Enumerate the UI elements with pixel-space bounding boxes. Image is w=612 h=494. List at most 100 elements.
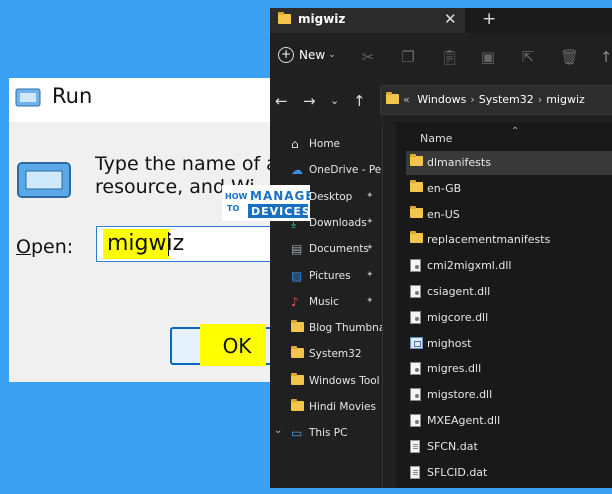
rename-icon[interactable]: ▣ <box>480 49 496 65</box>
pin-icon: ✦ <box>366 243 374 254</box>
dll-file-icon <box>410 259 423 273</box>
file-row[interactable]: migstore.dll <box>406 383 612 407</box>
dat-file-icon <box>410 439 423 453</box>
sidebar-item[interactable]: ▭ This PC ⌄ <box>270 423 382 445</box>
run-app-icon <box>15 88 41 107</box>
file-name: migstore.dll <box>427 388 493 402</box>
share-icon[interactable]: ⇱ <box>520 49 536 65</box>
file-row[interactable]: en-US <box>406 203 612 227</box>
documents-icon: ▤ <box>291 242 303 257</box>
sidebar-item-label: Blog Thumbna <box>309 322 383 335</box>
sidebar-item[interactable]: ▨ Pictures ✦ <box>270 266 382 288</box>
svg-text:DEVICES: DEVICES <box>251 205 310 218</box>
svg-text:HOW: HOW <box>225 192 247 201</box>
new-tab-button[interactable]: + <box>482 9 496 29</box>
sidebar-item[interactable]: ☁ OneDrive - Per <box>270 160 382 182</box>
name-column-header[interactable]: Name <box>420 132 452 145</box>
forward-icon[interactable]: → <box>303 92 316 110</box>
file-row[interactable]: dlmanifests <box>406 151 612 175</box>
sort-icon[interactable]: ↑ <box>598 49 612 65</box>
folder-icon <box>410 231 423 246</box>
file-row[interactable]: mighost <box>406 332 612 356</box>
tab-migwiz[interactable]: migwiz ✕ <box>270 8 465 33</box>
dll-file-icon <box>410 285 423 298</box>
home-icon: ⌂ <box>291 137 299 151</box>
paste-icon[interactable]: 📋︎ <box>440 49 459 65</box>
sidebar-item[interactable]: Blog Thumbna <box>270 318 382 340</box>
exe-file-icon <box>410 336 423 350</box>
folder-icon <box>386 92 399 104</box>
navigation-pane: ⌂Home☁OneDrive - Per▭Desktop✦⤓Downloads✦… <box>270 122 383 488</box>
open-label: Open: <box>16 236 74 258</box>
file-row[interactable]: MXEAgent.dll <box>406 409 612 433</box>
file-name: en-US <box>427 207 460 221</box>
folder-icon <box>291 372 304 388</box>
onedrive-icon: ☁ <box>291 163 303 178</box>
chevron-down-icon[interactable]: ⌄ <box>274 425 282 436</box>
folder-icon <box>291 320 304 335</box>
recent-locations-icon[interactable]: ⌄ <box>330 94 339 107</box>
close-tab-icon[interactable]: ✕ <box>444 10 457 28</box>
sidebar-item-label: System32 <box>309 348 362 361</box>
dll-file-icon <box>410 310 423 324</box>
folder-icon <box>410 179 423 195</box>
sort-chevron-icon: ⌃ <box>511 126 520 137</box>
sidebar-item-label: This PC <box>309 427 348 440</box>
music-icon: ♪ <box>291 294 299 309</box>
address-bar[interactable]: « Windows › System32 › migwiz <box>380 85 612 115</box>
svg-text:MANAGE: MANAGE <box>250 189 310 203</box>
copy-icon[interactable]: ❐ <box>400 49 416 65</box>
command-bar: + New ⌄ ✂ ❐ 📋︎ ▣ ⇱ 🗑︎ ↑ <box>270 33 612 81</box>
file-row[interactable]: replacementmanifests <box>406 228 612 252</box>
sidebar-item[interactable]: Hindi Movies <box>270 397 382 419</box>
breadcrumb-system32[interactable]: System32 <box>479 93 534 106</box>
folder-icon <box>278 12 291 24</box>
file-row[interactable]: SFLCID.dat <box>406 461 612 485</box>
back-icon[interactable]: ← <box>275 92 288 110</box>
dll-file-icon <box>410 414 423 427</box>
chevron-down-icon: ⌄ <box>328 50 336 60</box>
up-icon[interactable]: ↑ <box>353 92 366 110</box>
dat-file-icon <box>410 465 423 479</box>
run-large-icon <box>17 162 71 198</box>
sidebar-item-label: Home <box>309 138 341 150</box>
dll-file-icon <box>410 388 423 402</box>
sidebar-item[interactable]: ▤ Documents ✦ <box>270 239 382 261</box>
file-row[interactable]: SFCN.dat <box>406 435 612 459</box>
sidebar-item-label: Pictures <box>309 269 351 282</box>
file-row[interactable]: migcore.dll <box>406 306 612 330</box>
text-caret <box>168 232 169 256</box>
sidebar-item-label: Documents <box>309 243 369 256</box>
sidebar-item[interactable]: System32 <box>270 344 382 366</box>
tab-title: migwiz <box>298 12 346 26</box>
file-list: ⌃ Name dlmanifests en-GB en-US replacementm… <box>396 122 612 488</box>
pictures-icon: ▨ <box>291 268 303 283</box>
run-dialog-body: Type the name of a pr resource, and Wi O… <box>9 122 296 382</box>
file-name: dlmanifests <box>427 156 491 169</box>
pin-icon: ✦ <box>366 190 374 201</box>
file-name: SFLCID.dat <box>427 465 488 479</box>
file-row[interactable]: en-GB <box>406 177 612 201</box>
how-to-manage-devices-logo: HOW TO MANAGE DEVICES <box>222 185 310 221</box>
folder-icon <box>291 346 304 361</box>
file-row[interactable]: cmi2migxml.dll <box>406 254 612 278</box>
file-name: SFCN.dat <box>427 439 478 453</box>
sidebar-item-label: Music <box>309 295 339 308</box>
sidebar-item[interactable]: Windows Tool <box>270 371 382 393</box>
breadcrumb-windows[interactable]: Windows <box>417 93 466 106</box>
breadcrumb-migwiz[interactable]: migwiz <box>546 93 585 106</box>
delete-icon[interactable]: 🗑︎ <box>560 49 579 65</box>
sidebar-item-label: Downloads <box>309 216 367 229</box>
file-name: cmi2migxml.dll <box>427 259 512 273</box>
sidebar-item[interactable]: ♪ Music ✦ <box>270 292 382 314</box>
file-row[interactable]: migres.dll <box>406 357 612 381</box>
cut-icon[interactable]: ✂ <box>360 49 376 65</box>
sidebar-item[interactable]: ⌂ Home <box>270 134 382 156</box>
new-button[interactable]: + New ⌄ <box>278 47 336 63</box>
pin-icon: ✦ <box>366 295 374 306</box>
file-row[interactable]: csiagent.dll <box>406 280 612 304</box>
run-input[interactable]: migwiz <box>96 226 296 262</box>
sidebar-item-label: Hindi Movies <box>309 401 376 413</box>
svg-text:TO: TO <box>227 204 239 213</box>
run-dialog: Run Type the name of a pr resource, and … <box>9 78 296 382</box>
